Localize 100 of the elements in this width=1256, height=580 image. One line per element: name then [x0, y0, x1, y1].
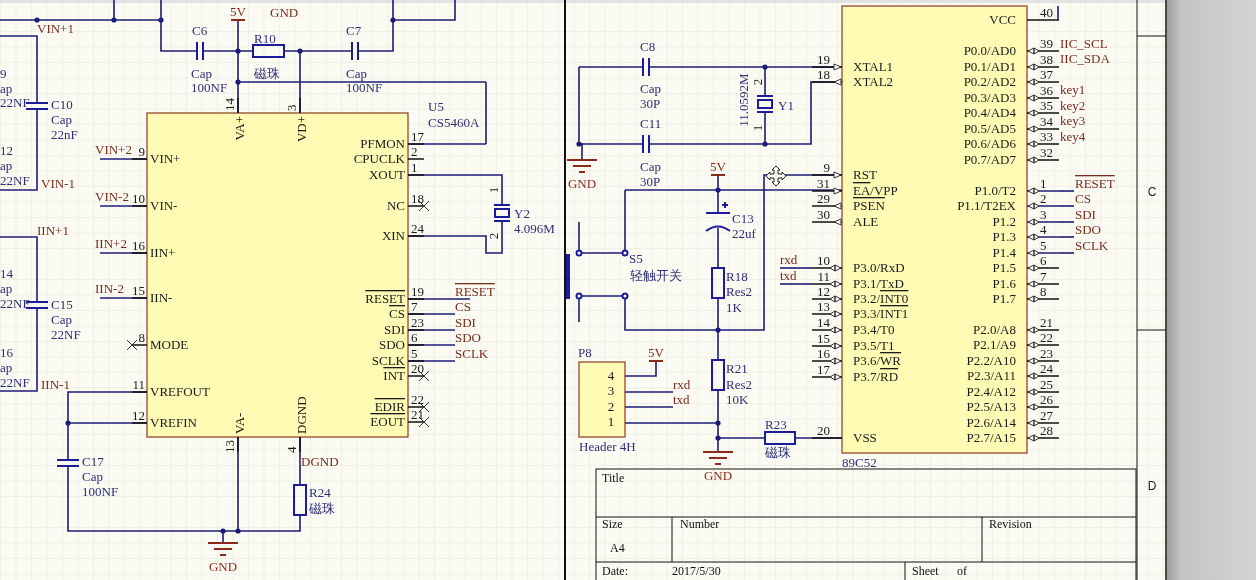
pin-name: P3.5/T1 — [853, 338, 895, 353]
pin-number: 22 — [1040, 330, 1053, 345]
component-label: 9 — [0, 66, 7, 81]
pin-direction-icon — [1027, 78, 1040, 86]
wire — [1058, 221, 1075, 223]
pin-direction-icon — [1027, 388, 1040, 396]
pin-name: P0.1/AD1 — [963, 59, 1016, 74]
pin-number: 1 — [486, 186, 501, 194]
designator-label: C6 — [192, 23, 208, 38]
pin-direction-icon — [1027, 249, 1040, 257]
pin-number: 9 — [823, 160, 830, 175]
size-field-label: Size — [602, 517, 623, 531]
pin-name: P1.3 — [992, 229, 1016, 244]
resistor-symbol — [764, 431, 796, 445]
junction-dot — [111, 17, 117, 23]
pin-number: 4 — [1040, 222, 1047, 237]
net-label: IIN+1 — [37, 223, 69, 238]
pin-name: VSS — [853, 430, 877, 445]
junction-dot — [158, 17, 164, 23]
pin-name: P2.4/A12 — [966, 384, 1016, 399]
pin-number: 1 — [607, 414, 615, 429]
of-field-label: of — [957, 564, 967, 578]
pin-name: RESET — [365, 291, 405, 306]
pin-number: 2 — [750, 78, 765, 86]
power-net-label: 5V — [648, 345, 664, 360]
pin-direction-icon — [1027, 326, 1040, 334]
pin-number: 11 — [132, 377, 145, 392]
pin-direction-icon — [1027, 140, 1040, 148]
pin-direction-icon — [1027, 295, 1040, 303]
part-comment-label: 磁珠 — [309, 501, 335, 516]
part-comment-label: Res2 — [726, 377, 752, 392]
pin-name: P3.4/T0 — [853, 322, 895, 337]
pin-number: 40 — [1040, 5, 1053, 20]
pin-line — [811, 345, 843, 347]
pin-line — [1026, 50, 1060, 52]
junction-dot — [715, 420, 721, 426]
pin-number: 12 — [132, 408, 145, 423]
pin-number: 7 — [411, 299, 418, 314]
pin-name: P0.5/AD5 — [963, 121, 1016, 136]
pin-direction-icon — [1027, 233, 1040, 241]
pin-direction-icon — [1027, 94, 1040, 102]
designator-label: R21 — [726, 361, 748, 376]
pin-name: P0.2/AD2 — [963, 74, 1016, 89]
net-label: CS — [455, 299, 471, 314]
net-label: SDI — [455, 315, 476, 330]
pin-direction-icon — [829, 357, 842, 365]
pin-number: 9 — [138, 144, 145, 159]
wire — [1058, 205, 1075, 207]
pin-number: 38 — [1040, 52, 1053, 67]
pin-line — [1026, 112, 1060, 114]
ground-symbol — [566, 159, 598, 173]
pin-line — [1026, 159, 1060, 161]
pin-number: 6 — [411, 330, 418, 345]
pin-line — [811, 329, 843, 331]
junction-dot — [235, 528, 241, 534]
pin-number: 8 — [1040, 284, 1047, 299]
pin-number: 2 — [411, 144, 418, 159]
junction-dot — [235, 79, 241, 85]
pin-name: P1.0/T2 — [974, 183, 1016, 198]
pin-number: 36 — [1040, 83, 1053, 98]
pin-name: CS — [389, 306, 405, 321]
pin-name: P1.4 — [992, 245, 1016, 260]
pin-direction-icon — [829, 373, 842, 381]
capacitor-symbol — [642, 57, 650, 77]
pin-number: 10 — [132, 191, 145, 206]
pin-line — [1026, 19, 1060, 21]
net-label: SDO — [455, 330, 481, 345]
pin-name: P2.6/A14 — [966, 415, 1016, 430]
net-label: VIN-1 — [41, 176, 75, 191]
pin-name: SCLK — [371, 353, 405, 368]
pin-name: RST — [853, 167, 877, 182]
component-label: 22NF — [0, 95, 30, 110]
capacitor-symbol — [196, 41, 204, 61]
part-comment-label: Cap — [346, 66, 367, 81]
wire — [1058, 190, 1075, 192]
pin-number: 5 — [1040, 238, 1047, 253]
power-net-label: GND — [703, 468, 733, 483]
pin-direction-icon — [829, 310, 842, 318]
wire — [624, 391, 674, 393]
pin-direction-icon — [1027, 372, 1040, 380]
pin-name: VA+ — [232, 116, 247, 141]
part-comment-label: Cap — [51, 312, 72, 327]
wire — [624, 406, 674, 408]
pin-number: 34 — [1040, 114, 1053, 129]
pin-line — [1026, 422, 1060, 424]
ground-symbol — [702, 451, 734, 465]
component-label: 16 — [0, 345, 13, 360]
part-value-label: 30P — [640, 96, 661, 111]
pin-line — [1026, 97, 1060, 99]
part-comment-label: Res2 — [726, 284, 752, 299]
pin-number: 24 — [1040, 361, 1053, 376]
junction-dot — [715, 187, 721, 193]
pin-name: P0.3/AD3 — [963, 90, 1016, 105]
net-label: IIC_SDA — [1060, 51, 1110, 66]
pin-number: 24 — [411, 221, 424, 236]
pin-name: P2.7/A15 — [966, 430, 1016, 445]
net-label: SDI — [1075, 207, 1096, 222]
ground-symbol — [207, 542, 239, 556]
net-label: rxd — [673, 377, 691, 392]
pin-number: 32 — [1040, 145, 1053, 160]
